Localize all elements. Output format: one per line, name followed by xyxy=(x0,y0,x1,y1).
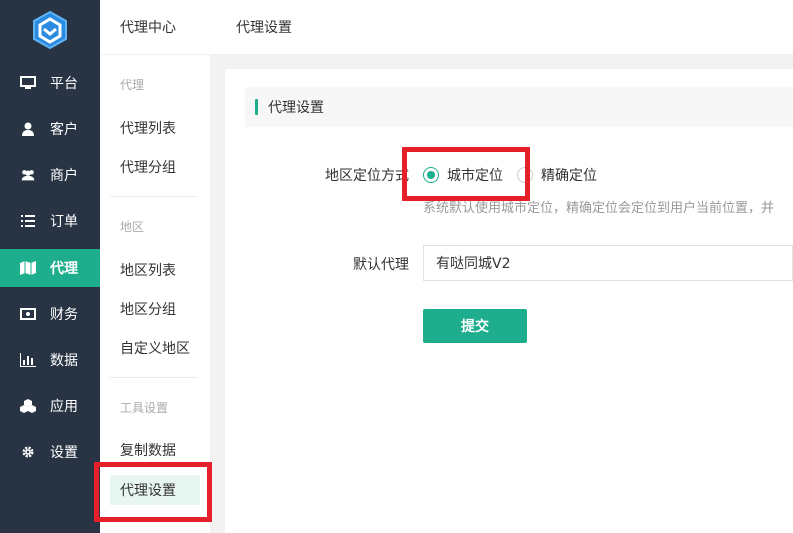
location-mode-label: 地区定位方式 xyxy=(325,168,409,184)
sub-group-title: 代理 xyxy=(120,78,145,92)
cubes-icon xyxy=(20,398,36,414)
main-sidebar: 平台 客户 商户 订单 代理 财务 数据 应用 设置 xyxy=(0,0,100,533)
sidebar-item-platform[interactable]: 平台 xyxy=(0,64,100,102)
sidebar-item-merchant[interactable]: 商户 xyxy=(0,156,100,194)
sub-sidebar-header: 代理中心 xyxy=(100,0,210,55)
divider xyxy=(110,377,198,378)
sub-group-title: 工具设置 xyxy=(120,401,169,415)
sidebar-item-label: 订单 xyxy=(50,214,78,230)
sidebar-item-label: 数据 xyxy=(50,353,78,369)
money-icon xyxy=(20,306,36,322)
sidebar-item-label: 商户 xyxy=(50,168,78,184)
users-icon xyxy=(20,167,36,183)
divider xyxy=(110,196,198,197)
location-hint: 系统默认使用城市定位，精确定位会定位到用户当前位置，并 xyxy=(423,201,775,216)
map-icon xyxy=(20,260,36,276)
sidebar-item-customer[interactable]: 客户 xyxy=(0,110,100,148)
sidebar-item-label: 代理 xyxy=(50,261,78,277)
sub-item-custom-region[interactable]: 自定义地区 xyxy=(110,333,200,363)
radio-precise-location[interactable]: 精确定位 xyxy=(517,165,597,185)
sidebar-item-data[interactable]: 数据 xyxy=(0,341,100,379)
bar-chart-icon xyxy=(20,352,36,368)
section-title: 代理设置 xyxy=(268,100,324,116)
sub-item-agent-group[interactable]: 代理分组 xyxy=(110,152,200,182)
submit-button[interactable]: 提交 xyxy=(423,309,527,343)
sidebar-item-label: 应用 xyxy=(50,399,78,415)
topbar-title: 代理设置 xyxy=(236,20,292,36)
sub-item-copy-data[interactable]: 复制数据 xyxy=(110,435,200,465)
sidebar-item-settings[interactable]: 设置 xyxy=(0,433,100,471)
radio-city-location[interactable]: 城市定位 xyxy=(423,165,503,185)
radio-unchecked-icon xyxy=(517,167,533,183)
app-logo[interactable] xyxy=(0,0,100,60)
settings-panel: 代理设置 地区定位方式 城市定位 精确定位 系统默认使用城市定位，精确定位会定位… xyxy=(225,69,793,533)
sub-item-region-list[interactable]: 地区列表 xyxy=(110,255,200,285)
sub-group-title: 地区 xyxy=(120,220,145,234)
sidebar-item-apps[interactable]: 应用 xyxy=(0,387,100,425)
sub-item-agent-settings[interactable]: 代理设置 xyxy=(110,475,200,505)
gear-icon xyxy=(20,444,36,460)
sidebar-item-label: 设置 xyxy=(50,445,78,461)
sidebar-item-agent[interactable]: 代理 xyxy=(0,249,100,287)
list-icon xyxy=(20,213,36,229)
section-header: 代理设置 xyxy=(245,87,793,127)
user-icon xyxy=(20,121,36,137)
radio-label: 精确定位 xyxy=(541,168,597,184)
page-title: 代理设置 xyxy=(210,0,793,55)
sidebar-item-label: 财务 xyxy=(50,307,78,323)
sub-sidebar: 代理中心 代理 代理列表 代理分组 地区 地区列表 地区分组 自定义地区 工具设… xyxy=(100,0,210,533)
sidebar-item-finance[interactable]: 财务 xyxy=(0,295,100,333)
sub-item-region-group[interactable]: 地区分组 xyxy=(110,294,200,324)
section-accent-bar xyxy=(255,99,258,115)
sidebar-item-orders[interactable]: 订单 xyxy=(0,202,100,240)
sidebar-item-label: 平台 xyxy=(50,76,78,92)
sidebar-item-label: 客户 xyxy=(50,122,78,138)
default-agent-select[interactable]: 有哒同城V2 xyxy=(423,245,793,281)
select-value: 有哒同城V2 xyxy=(436,256,511,272)
radio-checked-icon xyxy=(423,167,439,183)
sub-item-agent-list[interactable]: 代理列表 xyxy=(110,113,200,143)
default-agent-label: 默认代理 xyxy=(353,257,409,273)
radio-label: 城市定位 xyxy=(447,168,503,184)
logo-icon xyxy=(33,10,67,50)
monitor-icon xyxy=(20,75,36,91)
